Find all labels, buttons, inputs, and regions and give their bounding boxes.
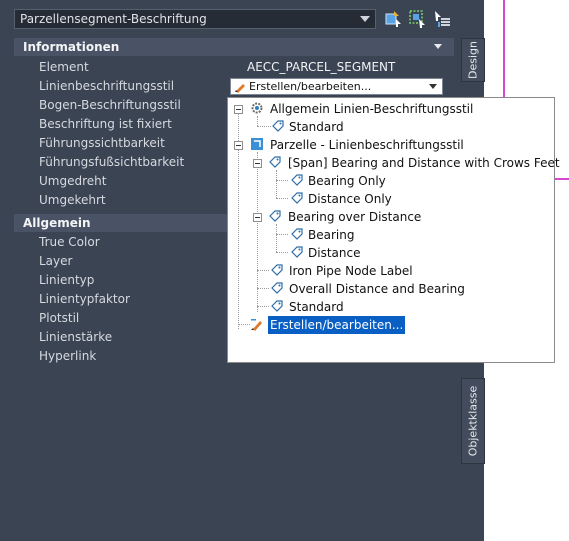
label-tag-icon xyxy=(271,264,283,276)
settings-gear-icon xyxy=(251,102,263,114)
tree-connector xyxy=(276,224,277,252)
tree-node-bearing[interactable]: Bearing xyxy=(308,226,354,244)
tree-node-parcel-line-style[interactable]: Parzelle - Linienbeschriftungsstil xyxy=(270,136,464,154)
label-tag-icon xyxy=(269,156,281,168)
object-type-value: Parzellensegment-Beschriftung xyxy=(20,12,207,26)
property-label: Umgedreht xyxy=(39,174,107,188)
line-label-style-value: Erstellen/bearbeiten... xyxy=(249,80,372,93)
tab-object-class-label: Objektklasse xyxy=(466,385,480,457)
line-label-style-dropdown[interactable]: Erstellen/bearbeiten... xyxy=(230,78,443,95)
tree-node-overall-distance-bearing[interactable]: Overall Distance and Bearing xyxy=(289,280,465,298)
tree-connector xyxy=(276,170,277,198)
property-label: Element xyxy=(39,60,89,74)
label-tag-icon xyxy=(271,282,283,294)
category-label: Informationen xyxy=(23,40,120,54)
property-label: Beschriftung ist fixiert xyxy=(39,117,172,131)
tree-node-span-bearing-distance[interactable]: [Span] Bearing and Distance with Crows F… xyxy=(288,154,560,172)
object-type-dropdown[interactable]: Parzellensegment-Beschriftung xyxy=(14,9,376,29)
collapse-icon[interactable] xyxy=(434,44,442,49)
chevron-down-icon xyxy=(429,84,437,89)
label-tag-icon xyxy=(272,120,284,132)
property-label: Linienstärke xyxy=(39,330,113,344)
tree-connector xyxy=(257,126,271,127)
tree-node-distance-only[interactable]: Distance Only xyxy=(308,190,392,208)
property-label: Bogen-Beschriftungsstil xyxy=(39,98,181,112)
quick-select-icon[interactable] xyxy=(384,9,404,29)
tree-node-iron-pipe[interactable]: Iron Pipe Node Label xyxy=(289,262,413,280)
label-tag-icon xyxy=(271,300,283,312)
tab-object-class[interactable]: Objektklasse xyxy=(461,378,485,464)
property-label: Linientypfaktor xyxy=(39,292,130,306)
property-label: True Color xyxy=(39,235,100,249)
label-tag-icon xyxy=(269,210,281,222)
property-label: Linientyp xyxy=(39,273,95,287)
property-label: Plotstil xyxy=(39,311,80,325)
create-edit-option[interactable]: Erstellen/bearbeiten... xyxy=(268,316,406,334)
tab-design[interactable]: Design xyxy=(461,38,485,82)
tree-connector xyxy=(257,306,269,307)
property-value: AECC_PARCEL_SEGMENT xyxy=(247,60,396,74)
label-tag-icon xyxy=(291,192,303,204)
label-tag-icon xyxy=(291,174,303,186)
parcel-icon xyxy=(251,138,263,150)
toggle-pickadd-icon[interactable] xyxy=(432,9,452,29)
collapse-toggle[interactable] xyxy=(253,159,262,168)
tree-connector xyxy=(257,116,258,126)
category-label: Allgemein xyxy=(23,216,91,230)
property-label: Führungssichtbarkeit xyxy=(39,136,165,150)
property-label: Layer xyxy=(39,254,73,268)
property-label: Umgekehrt xyxy=(39,193,106,207)
collapse-toggle[interactable] xyxy=(234,141,243,150)
tree-node-bearing-over-distance[interactable]: Bearing over Distance xyxy=(288,208,421,226)
property-label: Linienbeschriftungsstil xyxy=(39,79,175,93)
tree-connector xyxy=(257,270,269,271)
tree-node-standard-parcel[interactable]: Standard xyxy=(289,298,344,316)
pencil-icon xyxy=(235,84,245,93)
tree-connector xyxy=(276,252,288,253)
drawing-line xyxy=(555,178,569,180)
property-label: Hyperlink xyxy=(39,349,97,363)
tree-node-general-line-style[interactable]: Allgemein Linien-Beschriftungsstil xyxy=(270,100,473,118)
chevron-down-icon xyxy=(360,16,370,22)
tree-connector xyxy=(276,234,288,235)
select-objects-icon[interactable] xyxy=(408,9,428,29)
property-row[interactable]: Element AECC_PARCEL_SEGMENT xyxy=(14,58,454,77)
tree-node-bearing-only[interactable]: Bearing Only xyxy=(308,172,386,190)
tree-node-standard[interactable]: Standard xyxy=(289,118,344,136)
label-tag-icon xyxy=(291,246,303,258)
property-label: Führungsfußsichtbarkeit xyxy=(39,155,185,169)
tree-connector xyxy=(257,288,269,289)
tree-connector xyxy=(276,180,288,181)
category-informationen[interactable]: Informationen xyxy=(14,38,454,56)
tree-connector xyxy=(238,324,250,325)
tab-design-label: Design xyxy=(466,41,480,79)
collapse-toggle[interactable] xyxy=(234,105,243,114)
tree-node-distance[interactable]: Distance xyxy=(308,244,360,262)
label-tag-icon xyxy=(291,228,303,240)
style-tree-popup[interactable]: Allgemein Linien-Beschriftungsstil Stand… xyxy=(227,97,560,363)
pencil-icon xyxy=(251,319,262,331)
tree-connector xyxy=(276,198,288,199)
collapse-toggle[interactable] xyxy=(253,213,262,222)
